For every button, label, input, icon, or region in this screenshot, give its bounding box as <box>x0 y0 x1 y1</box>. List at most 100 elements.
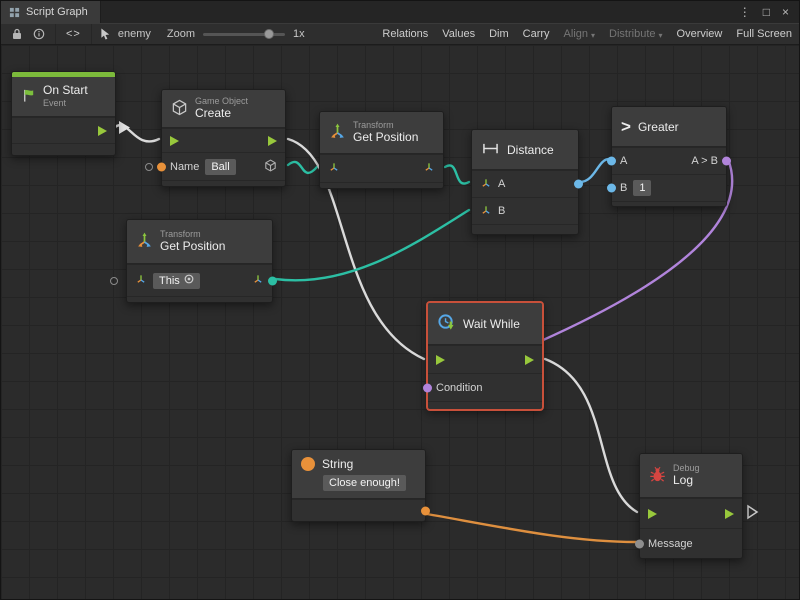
graph-breadcrumb[interactable]: enemy <box>92 24 159 44</box>
window-close-icon[interactable]: × <box>782 6 789 18</box>
node-title: On Start <box>43 84 88 98</box>
b-input-port[interactable] <box>607 184 616 193</box>
cube-icon <box>171 99 188 119</box>
name-row: Name Ball <box>162 152 285 180</box>
node-title: Get Position <box>353 131 418 145</box>
condition-input-port[interactable] <box>423 383 432 392</box>
window-maximize-icon[interactable]: □ <box>763 6 770 18</box>
node-title: Distance <box>507 143 554 157</box>
message-label: Message <box>648 538 693 550</box>
node-title: Greater <box>638 120 679 134</box>
wire-getposition-to-distance-a[interactable] <box>445 165 469 183</box>
node-distance[interactable]: Distance A B <box>471 129 579 235</box>
vector-input-a-port[interactable] <box>480 177 492 192</box>
node-debug-log[interactable]: Debug Log Message <box>639 453 743 559</box>
node-title: Create <box>195 107 248 121</box>
node-get-position-this[interactable]: Transform Get Position This <box>126 219 273 303</box>
string-value-input[interactable]: Close enough! <box>323 475 406 491</box>
node-header: Transform Get Position <box>127 220 272 264</box>
flow-direction-arrow-icon <box>119 121 130 134</box>
graph-canvas[interactable]: On Start Event Game Object Create <box>1 45 799 599</box>
name-input-port[interactable] <box>157 162 166 171</box>
target-input-port[interactable] <box>135 273 147 288</box>
name-value-input[interactable]: Ball <box>205 159 235 175</box>
full-screen-button[interactable]: Full Screen <box>729 24 799 44</box>
distance-output-port[interactable] <box>574 180 583 189</box>
wait-clock-icon <box>437 313 456 335</box>
node-wait-while-selected[interactable]: Wait While Condition <box>426 301 544 411</box>
align-dropdown[interactable]: Align▾ <box>557 24 602 44</box>
window-menu-icon[interactable]: ⋮ <box>739 6 751 18</box>
input-a-row: A A > B <box>612 147 726 174</box>
message-input-port[interactable] <box>635 539 644 548</box>
flow-row <box>428 345 542 373</box>
flow-output-arrow-icon[interactable] <box>725 509 734 519</box>
string-output-port[interactable] <box>421 506 430 515</box>
node-footer <box>12 143 115 155</box>
node-title: Log <box>673 474 700 488</box>
flow-row <box>12 117 115 143</box>
position-output-port[interactable] <box>423 161 435 176</box>
string-type-icon <box>301 457 315 471</box>
target-input-port[interactable] <box>328 161 340 176</box>
node-header: On Start Event <box>12 77 115 117</box>
wire-create-to-getposition[interactable] <box>288 162 317 173</box>
value-row <box>320 154 443 182</box>
wire-getposition-to-distance-b[interactable] <box>275 210 469 280</box>
message-row: Message <box>640 528 742 558</box>
info-icon[interactable] <box>33 28 45 40</box>
flow-input-arrow-icon[interactable] <box>170 136 179 146</box>
unconnected-port-icon[interactable] <box>110 277 118 285</box>
code-view-icon[interactable]: <> <box>66 28 81 40</box>
result-output-port[interactable] <box>722 157 731 166</box>
output-row <box>292 499 425 521</box>
flow-output-arrow-icon[interactable] <box>98 126 107 136</box>
flow-output-arrow-icon[interactable] <box>525 355 534 365</box>
flow-output-arrow-icon[interactable] <box>268 136 277 146</box>
target-value-dropdown[interactable]: This <box>153 273 200 289</box>
value-row: This <box>127 264 272 296</box>
relations-button[interactable]: Relations <box>375 24 435 44</box>
node-greater[interactable]: > Greater A A > B B 1 <box>611 106 727 207</box>
tab-script-graph[interactable]: Script Graph <box>1 1 101 23</box>
node-footer <box>472 224 578 234</box>
flow-input-arrow-icon[interactable] <box>436 355 445 365</box>
node-get-position-enemy[interactable]: Transform Get Position <box>319 111 444 189</box>
wire-waitwhile-to-log[interactable] <box>545 359 637 512</box>
position-output-port[interactable] <box>252 273 264 288</box>
node-game-object-create[interactable]: Game Object Create Name Ball <box>161 89 286 187</box>
zoom-slider-handle[interactable] <box>264 29 274 39</box>
input-b-label: B <box>498 205 505 217</box>
a-input-port[interactable] <box>607 157 616 166</box>
wire-distance-to-greater[interactable] <box>580 159 609 182</box>
zoom-slider[interactable] <box>203 33 285 36</box>
node-subtitle: Event <box>43 98 88 108</box>
flow-input-arrow-icon[interactable] <box>648 509 657 519</box>
lock-icon[interactable] <box>11 28 23 40</box>
node-string-literal[interactable]: String Close enough! <box>291 449 426 522</box>
wire-string-to-message[interactable] <box>427 514 636 542</box>
b-value-input[interactable]: 1 <box>633 180 651 196</box>
node-footer <box>127 296 272 302</box>
values-button[interactable]: Values <box>435 24 482 44</box>
node-on-start-event[interactable]: On Start Event <box>11 71 116 156</box>
name-port-label: Name <box>170 161 199 173</box>
overview-button[interactable]: Overview <box>670 24 730 44</box>
zoom-control: Zoom 1x <box>159 28 313 40</box>
dim-button[interactable]: Dim <box>482 24 516 44</box>
game-object-output-port[interactable] <box>264 159 277 175</box>
condition-row: Condition <box>428 373 542 401</box>
node-header: Distance <box>472 130 578 170</box>
node-title: String <box>322 457 353 471</box>
chevron-down-icon: ▾ <box>591 31 595 40</box>
script-graph-window: Script Graph ⋮ □ × <> enemy <box>0 0 800 600</box>
distribute-dropdown[interactable]: Distribute▾ <box>602 24 669 44</box>
input-a-label: A <box>620 155 627 167</box>
node-header: Wait While <box>428 303 542 345</box>
carry-button[interactable]: Carry <box>516 24 557 44</box>
position-output-dot[interactable] <box>268 276 277 285</box>
node-header: > Greater <box>612 107 726 147</box>
unconnected-port-icon[interactable] <box>145 163 153 171</box>
vector-input-b-port[interactable] <box>480 204 492 219</box>
input-a-label: A <box>498 178 505 190</box>
